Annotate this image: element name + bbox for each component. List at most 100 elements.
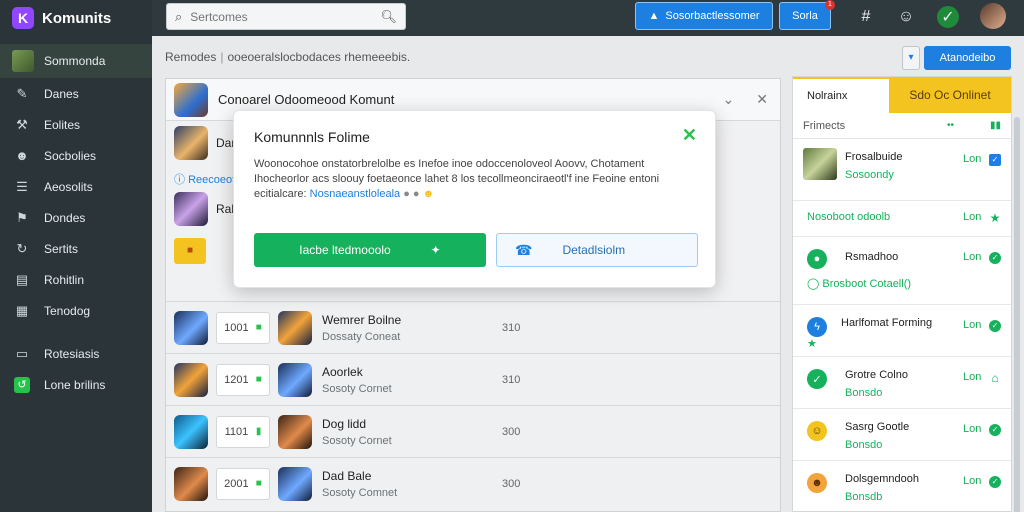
confirm-button[interactable]: Iacbe ltedmooolo ✦ [254,233,486,267]
friends-subheader: Frimects •• ▮▮ [793,113,1011,139]
sidebar-item-label: Tenodog [44,303,91,318]
list-item[interactable]: Nosoboot odoolb Lon ★ [793,201,1011,237]
member-count: 2001 ■ [216,467,270,500]
row-title: Dog lidd [322,416,367,431]
rocket-icon[interactable]: ✓ [937,6,959,28]
search-icon: ⌕ [175,8,183,24]
chevron-down-icon[interactable]: ⌄ [723,91,735,108]
row-thumbnail [174,310,208,345]
row-info: Wemrer Boilne Dossaty Coneat [322,313,502,343]
monitor-icon: ▭ [15,345,29,361]
friend-subline: Brosboot Cotaell() [822,278,912,290]
sidebar-item-6[interactable]: ↻ Sertits [0,233,152,264]
row-thumbnail [174,362,208,397]
rocket-icon[interactable]: ⌂ [989,372,1001,384]
filter-icon[interactable]: ▮▮ [990,120,1001,131]
status-circle-icon: ● [807,249,827,269]
confirm-label: Iacbe ltedmooolo [299,243,391,257]
member-icon: ■ [255,322,262,333]
search-input[interactable] [190,9,373,24]
sidebar-item-4[interactable]: ☰ Aeosolits [0,171,152,202]
close-icon[interactable]: ✕ [756,91,768,108]
dropdown-toggle-button[interactable]: ▾ [902,46,920,70]
close-icon[interactable]: ✕ [682,125,697,146]
dialog-link[interactable]: Nosnaeanstloleala [310,188,401,200]
list-item[interactable]: Rah [174,189,238,229]
info-link[interactable]: ⓘ Reecoeot [174,171,235,187]
scrollbar[interactable] [1014,117,1020,512]
friend-subline: Sosoondy [845,169,894,181]
calendar-icon: ▦ [15,302,29,318]
list-item[interactable]: ● Rsmadhoo ◯ Brosboot Cotaell() Lon ✓ [793,237,1011,305]
list-item[interactable]: ✓ Grotre Colno Bonsdo Lon ⌂ [793,357,1011,409]
sidebar-item-label: Danes [44,86,79,101]
sidebar-item-label: Sertits [44,241,79,256]
community-list: 1001 ■ Wemrer Boilne Dossaty Coneat 310 12… [166,301,780,509]
sidebar-item-active[interactable]: Sommonda [0,44,152,78]
list-item[interactable]: ☻ Dolsgemndooh Bonsdb Lon ✓ [793,461,1011,512]
row-title: Aoorlek [322,364,363,379]
row-subtitle: Sosoty Cornet [322,382,392,395]
star-icon[interactable]: ★ [989,212,1001,224]
list-item[interactable]: Frosalbuide Sosoondy Lon ✓ [793,139,1011,201]
checkmark-circle-icon: ✓ [807,369,827,389]
search-box[interactable]: ⌕ 🔍︎ [166,3,406,30]
sidebar-item-3[interactable]: ☻ Socbolies [0,140,152,171]
primary-top-button[interactable]: ▲ Sosorbactlessomer [635,2,773,30]
list-item[interactable]: ■ [174,231,206,271]
check-icon[interactable]: ✓ [989,424,1001,436]
user-avatar[interactable] [980,3,1006,29]
table-row[interactable]: 1101 ▮ Dog lidd Sosoty Cornet 300 [166,405,780,457]
sidebar-item-10[interactable]: ↺ Lone brilins [0,369,152,400]
row-subtitle: Sosoty Comnet [322,486,398,499]
list-item[interactable]: ☺ Sasrg Gootle Bonsdo Lon ✓ [793,409,1011,461]
friend-status: Lon [963,319,982,331]
secondary-button[interactable]: ☎ Detadlsiolm [496,233,698,267]
sidebar-item-5[interactable]: ⚑ Dondes [0,202,152,233]
friend-status: Lon [963,371,982,383]
friend-subline: Bonsdo [845,387,883,399]
check-icon[interactable]: ✓ [989,252,1001,264]
row-number: 310 [502,373,521,386]
gamepad-icon: ✦ [430,243,441,257]
list-item[interactable]: ϟ Harlfomat Forming ★ Lon ✓ [793,305,1011,357]
tab-online[interactable]: Sdo Oc Onlinet [889,77,1011,113]
breadcrumb-path: ooeoeralslocbodaces rhemeeebis. [227,50,411,64]
avatar [12,50,34,72]
check-icon[interactable]: ✓ [989,154,1001,166]
friend-subline: Bonsdb [845,491,883,503]
row-thumbnail [174,414,208,449]
chat-icon[interactable]: ☺ [895,6,917,28]
magnifier-icon[interactable]: 🔍︎ [380,9,397,25]
member-icon: ■ [255,478,262,489]
table-row[interactable]: 2001 ■ Dad Bale Sosoty Comnet 300 [166,457,780,509]
row-info: Dog lidd Sosoty Cornet [322,417,502,447]
sidebar-item-8[interactable]: ▦ Tenodog [0,295,152,326]
list-icon: ☰ [16,178,28,194]
check-icon[interactable]: ✓ [989,320,1001,332]
bolt-icon: ϟ [807,317,827,337]
table-row[interactable]: 1001 ■ Wemrer Boilne Dossaty Coneat 310 [166,301,780,353]
emoji-icon: ☻ [807,473,827,493]
brand[interactable]: K Komunits [0,0,152,36]
main-action-button[interactable]: Atanodeibo [924,46,1011,70]
pin-icon: ⚑ [16,209,28,225]
friend-status: Lon [963,423,982,435]
member-icon: ▮ [255,426,262,437]
secondary-top-button[interactable]: Sorla 1 [779,0,835,30]
hash-icon[interactable]: # [855,6,877,28]
users-icon: ☻ [15,148,29,163]
dots-icon[interactable]: •• [947,120,954,131]
sidebar-item-2[interactable]: ⚒ Eolites [0,109,152,140]
sidebar-item-1[interactable]: ✎ Danes [0,78,152,109]
list-item[interactable]: Dan [174,123,238,163]
sidebar-item-9[interactable]: ▭ Rotesiasis [0,338,152,369]
tab-friends[interactable]: Nolrainx [793,77,889,113]
row-thumbnail [174,466,208,501]
friend-name: Harlfomat Forming [841,317,933,329]
check-icon[interactable]: ✓ [989,476,1001,488]
member-count: 1201 ■ [216,363,270,396]
sidebar-item-7[interactable]: ▤ Rohitlin [0,264,152,295]
table-row[interactable]: 1201 ■ Aoorlek Sosoty Cornet 310 [166,353,780,405]
breadcrumb-root[interactable]: Remodes [165,50,216,64]
